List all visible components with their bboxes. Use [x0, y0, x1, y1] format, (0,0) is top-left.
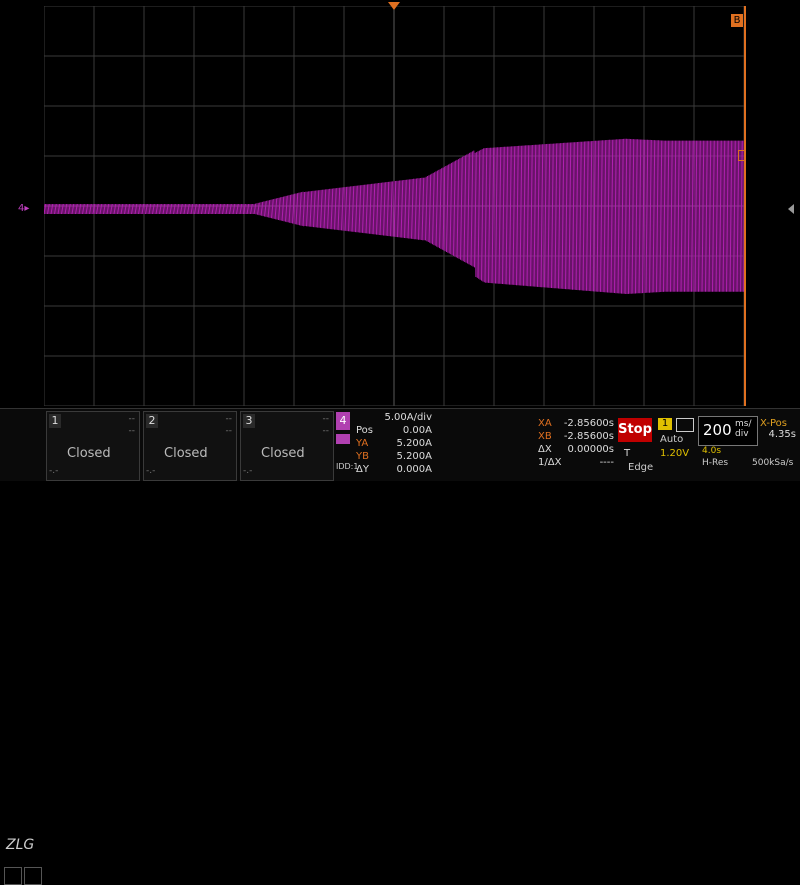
trigger-panel[interactable]: 1 Auto T 1.20V Edge: [624, 416, 696, 478]
run-stop-button[interactable]: Stop: [618, 418, 652, 442]
channel-2-status: Closed: [164, 446, 208, 461]
right-panel-arrow-icon[interactable]: [788, 204, 794, 214]
horizontal-resolution-label: H-Res: [702, 458, 729, 468]
channel-4-position: 0.00A: [402, 425, 432, 436]
timebase-value: 200: [703, 421, 732, 439]
cursor-xa-value: -2.85600s: [563, 418, 614, 429]
channel-3-number: 3: [243, 414, 255, 428]
channel-4-panel[interactable]: 5.00A/div Pos 0.00A YA 5.200A YB 5.200A ΔY 0…: [352, 410, 436, 478]
cursor-edge-marker: [738, 150, 746, 161]
cursor-b-line[interactable]: [744, 6, 746, 406]
channel-4-coupling-icon: [336, 434, 350, 444]
x-position-value: 4.35s: [768, 429, 796, 440]
trigger-position-marker-icon[interactable]: [388, 2, 400, 10]
brand-logo: ZLG: [6, 837, 35, 853]
channel-4-scale: 5.00A/div: [384, 412, 432, 423]
x-position-label: X-Pos: [760, 418, 787, 429]
cursor-dx-value: 0.00000s: [567, 444, 614, 455]
trigger-mode: Auto: [660, 434, 684, 445]
cursor-inv-dx-value: ----: [599, 457, 614, 468]
cursor-ya-value: 5.200A: [396, 438, 432, 449]
trigger-source: 1: [658, 418, 672, 430]
channel-2-number: 2: [146, 414, 158, 428]
cursor-b-marker[interactable]: B: [731, 14, 743, 27]
cursor-xb-value: -2.85600s: [563, 431, 614, 442]
channel-3-status: Closed: [261, 446, 305, 461]
channel-2-panel[interactable]: 2 -- -- Closed -.-: [143, 411, 237, 481]
horizontal-extra: 4.0s: [702, 446, 722, 456]
channel-1-status: Closed: [67, 446, 111, 461]
cursor-yb-value: 5.200A: [396, 451, 432, 462]
zoom-icon[interactable]: [4, 867, 22, 885]
oscilloscope-screen: 4▸ B: [0, 0, 800, 408]
channel-1-number: 1: [49, 414, 61, 428]
channel-1-panel[interactable]: 1 -- -- Closed -.-: [46, 411, 140, 481]
cursor-measurement-panel[interactable]: XA -2.85600s XB -2.85600s ΔX 0.00000s 1/ΔX -…: [536, 416, 616, 476]
channel-4-level-marker[interactable]: 4▸: [18, 203, 29, 214]
waveform-grid[interactable]: [44, 6, 744, 406]
timebase-display[interactable]: 200 ms/div: [698, 416, 758, 446]
sample-rate: 500kSa/s: [752, 458, 794, 468]
cursor-dy-value: 0.000A: [396, 464, 432, 475]
waveform-svg: [44, 6, 744, 406]
screenshot-icon[interactable]: [24, 867, 42, 885]
channel-3-panel[interactable]: 3 -- -- Closed -.-: [240, 411, 334, 481]
channel-4-number[interactable]: 4: [336, 412, 350, 430]
trigger-type: Edge: [628, 462, 654, 473]
x-position-panel[interactable]: X-Pos 4.35s: [760, 418, 800, 440]
trigger-slope-icon: [676, 418, 694, 432]
trigger-level: 1.20V: [660, 448, 690, 459]
